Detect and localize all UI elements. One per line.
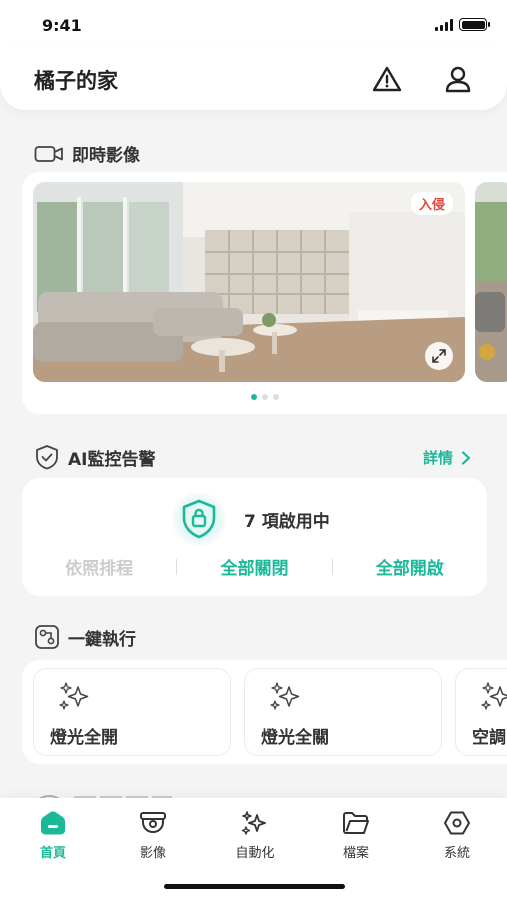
scene-flow-icon (35, 625, 59, 649)
intrusion-badge: 入侵 (410, 192, 453, 215)
camera-icon (34, 145, 63, 162)
status-time: 9:41 (42, 16, 82, 35)
cellular-signal-icon (435, 18, 453, 31)
shield-lock-badge (172, 492, 226, 546)
scene-card-lights-off[interactable]: 燈光全關 (244, 668, 442, 756)
profile-button[interactable] (441, 62, 475, 96)
home-icon (41, 811, 65, 835)
folder-icon (343, 812, 369, 834)
sparkle-icon (481, 682, 507, 710)
ai-detail-link[interactable]: 詳情 (423, 447, 471, 468)
scene-label: 燈光全開 (50, 728, 118, 748)
tab-label: 自動化 (235, 846, 275, 861)
carousel-indicator (22, 394, 507, 400)
sparkle-icon (241, 811, 266, 835)
home-indicator (164, 884, 345, 889)
ai-alert-section-title: AI監控告警 (34, 444, 155, 470)
expand-icon (432, 349, 446, 363)
status-bar: 9:41 (0, 0, 507, 50)
user-icon (445, 66, 471, 93)
tab-label: 系統 (443, 846, 470, 861)
detail-link-label: 詳情 (422, 449, 453, 467)
shield-lock-icon (182, 499, 216, 539)
app-header: 橘子的家 (0, 45, 507, 110)
ai-action-bar: 依照排程 全部關閉 全部開啟 (22, 554, 487, 579)
turn-all-off-button[interactable]: 全部關閉 (177, 554, 331, 579)
schedule-button[interactable]: 依照排程 (22, 554, 176, 579)
camera-feed-next[interactable] (475, 182, 507, 382)
sparkle-icon (270, 682, 300, 710)
scene-card-ac[interactable]: 空調 (455, 668, 507, 756)
settings-hexagon-icon (444, 811, 470, 835)
ai-monitor-card: 7 項啟用中 依照排程 全部關閉 全部開啟 (22, 478, 487, 596)
active-count-text: 7 項啟用中 (244, 512, 330, 532)
live-video-section-title: 即時影像 (34, 141, 140, 166)
scene-list: 燈光全開 燈光全關 空調 (22, 660, 507, 764)
tab-files[interactable]: 檔案 (326, 810, 386, 861)
tab-label: 影像 (139, 846, 166, 861)
status-icons (435, 18, 490, 31)
warning-icon (372, 66, 402, 92)
tab-label: 檔案 (342, 846, 369, 861)
home-name[interactable]: 橘子的家 (34, 65, 118, 95)
live-video-title: 即時影像 (72, 146, 140, 166)
tab-automation[interactable]: 自動化 (225, 810, 285, 861)
chevron-right-icon (461, 450, 471, 465)
dome-camera-icon (140, 812, 166, 834)
turn-all-on-button[interactable]: 全部開啟 (333, 554, 487, 579)
tab-system[interactable]: 系統 (427, 810, 487, 861)
sparkle-icon (59, 682, 89, 710)
live-video-card: 入侵 (22, 172, 507, 414)
scene-label: 燈光全關 (261, 728, 329, 748)
living-room-image (33, 182, 465, 382)
camera-feed-living-room[interactable]: 入侵 (33, 182, 465, 382)
scene-card-lights-on[interactable]: 燈光全開 (33, 668, 231, 756)
battery-icon (459, 18, 490, 31)
ai-alert-title: AI監控告警 (68, 449, 156, 470)
outdoor-camera-image (475, 182, 507, 382)
tab-label: 首頁 (39, 846, 66, 861)
tab-home[interactable]: 首頁 (23, 810, 83, 861)
shield-check-icon (36, 445, 58, 470)
one-click-title: 一鍵執行 (68, 629, 136, 650)
tab-video[interactable]: 影像 (123, 810, 183, 861)
scene-label: 空調 (472, 728, 506, 748)
fullscreen-button[interactable] (425, 342, 453, 370)
one-click-section-title: 一鍵執行 (34, 624, 136, 650)
alert-button[interactable] (370, 62, 404, 96)
